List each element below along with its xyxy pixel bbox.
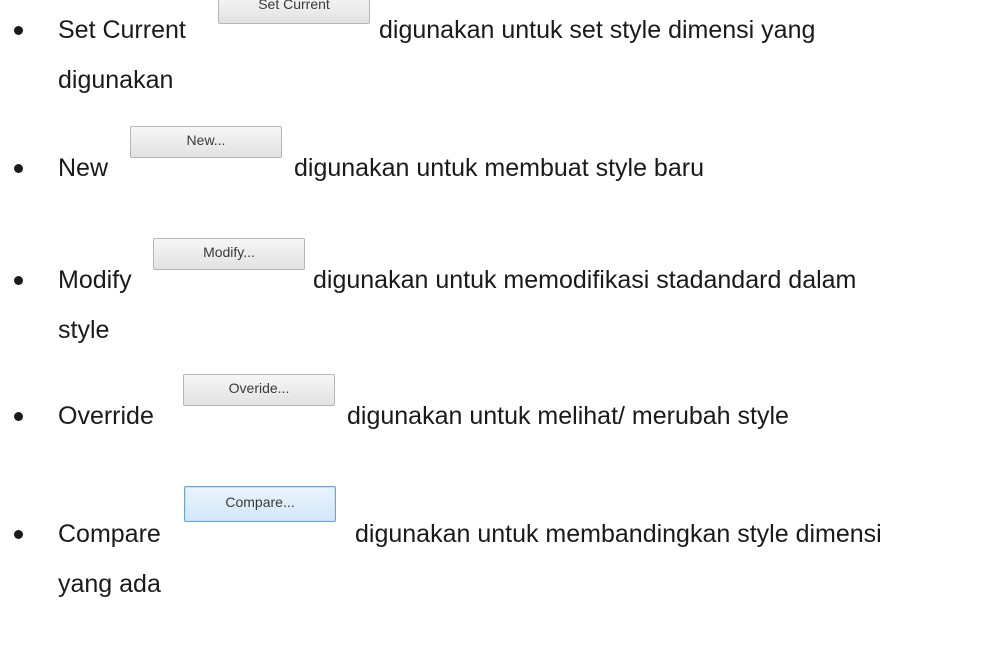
item-description: digunakan untuk memodifikasi stadandard …	[313, 266, 857, 294]
bullet-icon	[14, 412, 23, 421]
item-description: digunakan untuk melihat/ merubah style	[347, 402, 789, 430]
bullet-icon	[14, 530, 23, 539]
item-description: digunakan untuk set style dimensi yang	[379, 16, 816, 44]
compare-button-image: Compare...	[184, 486, 336, 522]
modify-button-image: Modify...	[153, 238, 305, 270]
item-label: Compare	[58, 520, 161, 548]
bullet-icon	[14, 164, 23, 173]
item-label: Modify	[58, 266, 132, 294]
item-label: Override	[58, 402, 154, 430]
override-button-image: Overide...	[183, 374, 335, 406]
item-description-continued: digunakan	[58, 66, 174, 94]
item-label: Set Current	[58, 16, 186, 44]
set-current-button-image: Set Current	[218, 0, 370, 24]
item-description: digunakan untuk membuat style baru	[294, 154, 704, 182]
bullet-icon	[14, 26, 23, 35]
new-button-image: New...	[130, 126, 282, 158]
bullet-icon	[14, 276, 23, 285]
item-label: New	[58, 154, 109, 182]
item-description-continued: style	[58, 316, 110, 344]
item-description: digunakan untuk membandingkan style dime…	[355, 520, 882, 548]
item-description-continued: yang ada	[58, 570, 161, 598]
